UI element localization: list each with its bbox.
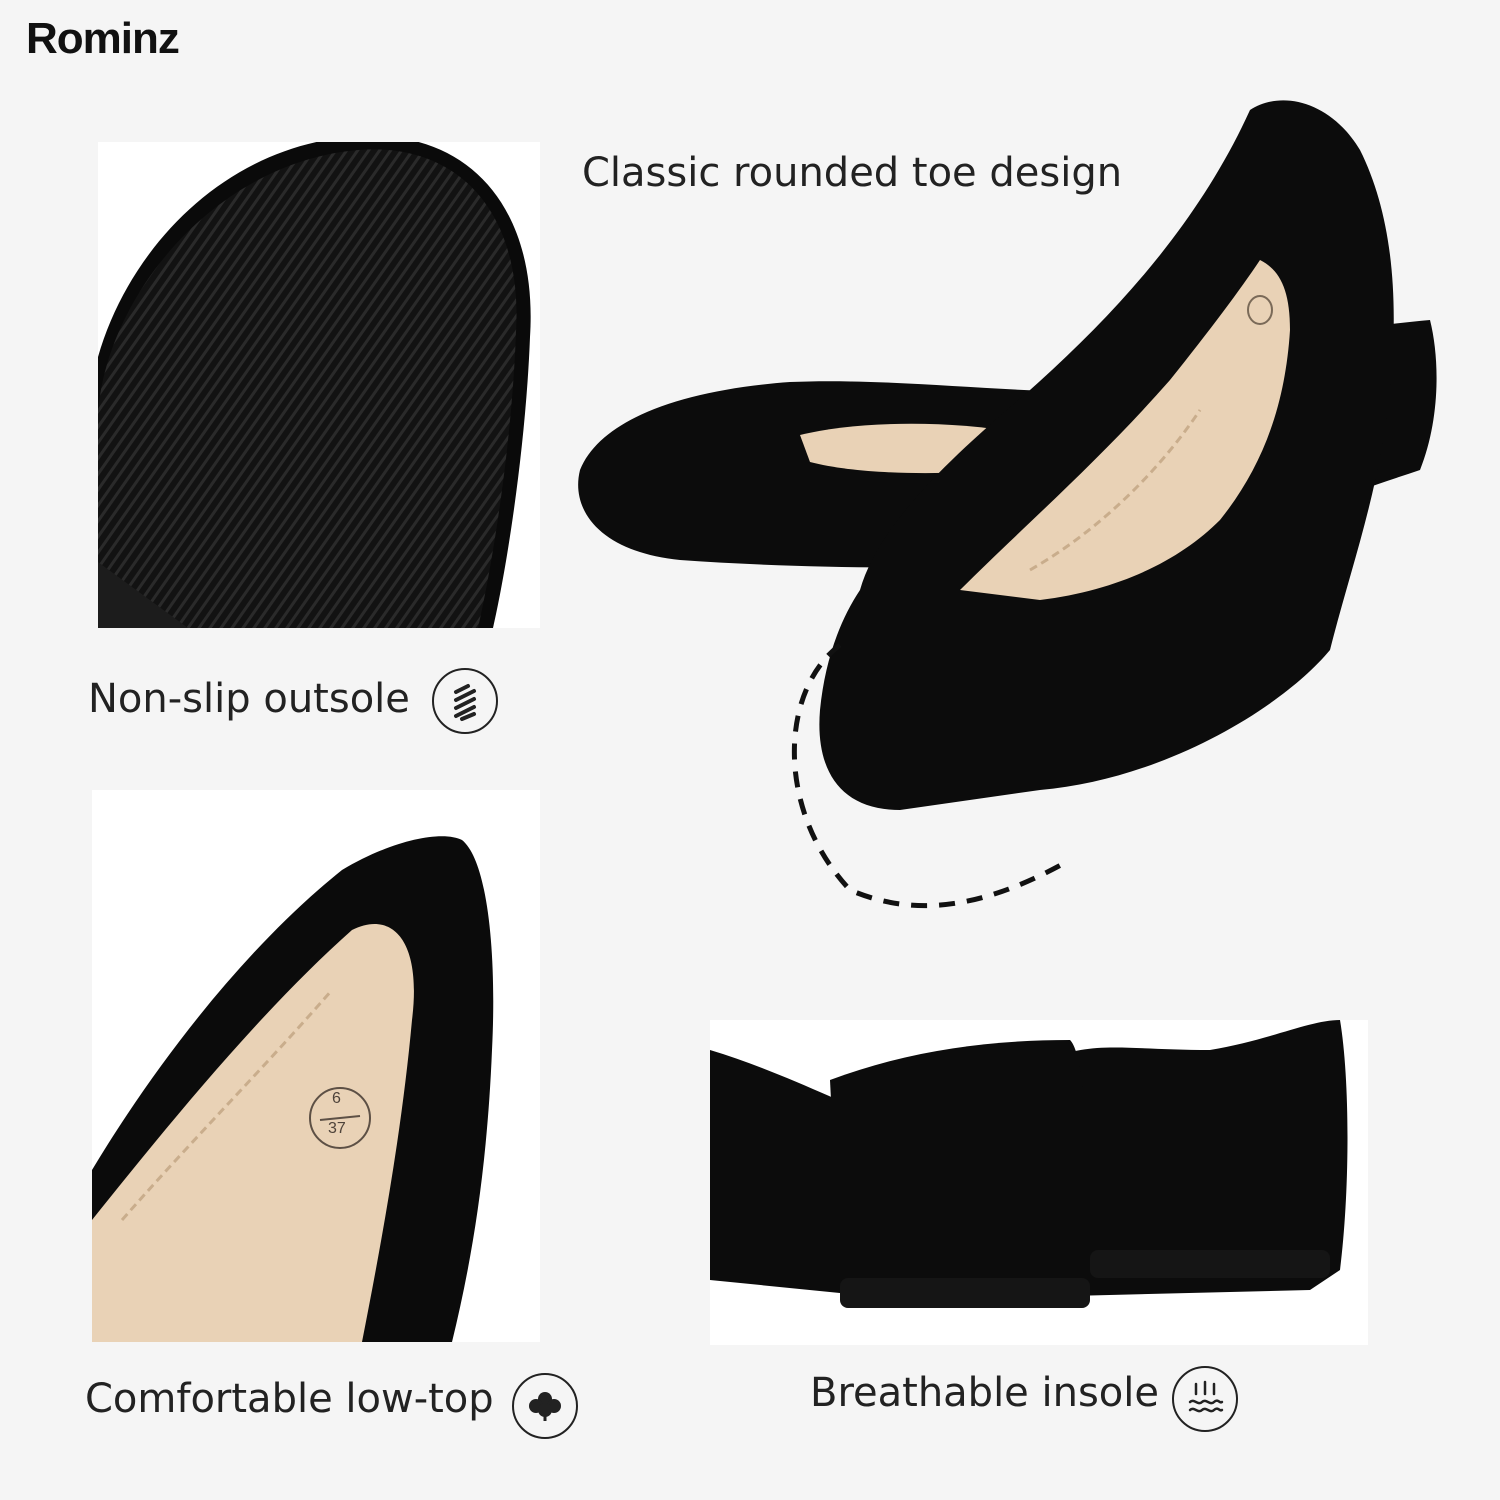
feature-comfort-label: Comfortable low-top bbox=[85, 1376, 494, 1422]
insole-closeup-illustration bbox=[92, 790, 540, 1342]
brand-logo: Rominz bbox=[26, 14, 180, 63]
stripes-icon bbox=[432, 668, 498, 734]
heel-back-illustration bbox=[710, 1020, 1368, 1345]
outsole-illustration bbox=[98, 142, 540, 628]
feature-insole-label: Breathable insole bbox=[810, 1370, 1160, 1416]
insole-closeup-photo: 6 37 bbox=[92, 790, 540, 1342]
insole-size-eu: 37 bbox=[328, 1120, 346, 1137]
outsole-photo bbox=[98, 142, 540, 628]
feature-outsole-label: Non-slip outsole bbox=[88, 676, 410, 722]
heel-back-photo bbox=[710, 1020, 1368, 1345]
cotton-icon bbox=[512, 1373, 578, 1439]
insole-size-us: 6 bbox=[332, 1090, 341, 1107]
shoe-pair-illustration bbox=[578, 100, 1437, 909]
breathable-wave-icon bbox=[1172, 1366, 1238, 1432]
shoe-pair-photo bbox=[560, 90, 1460, 920]
